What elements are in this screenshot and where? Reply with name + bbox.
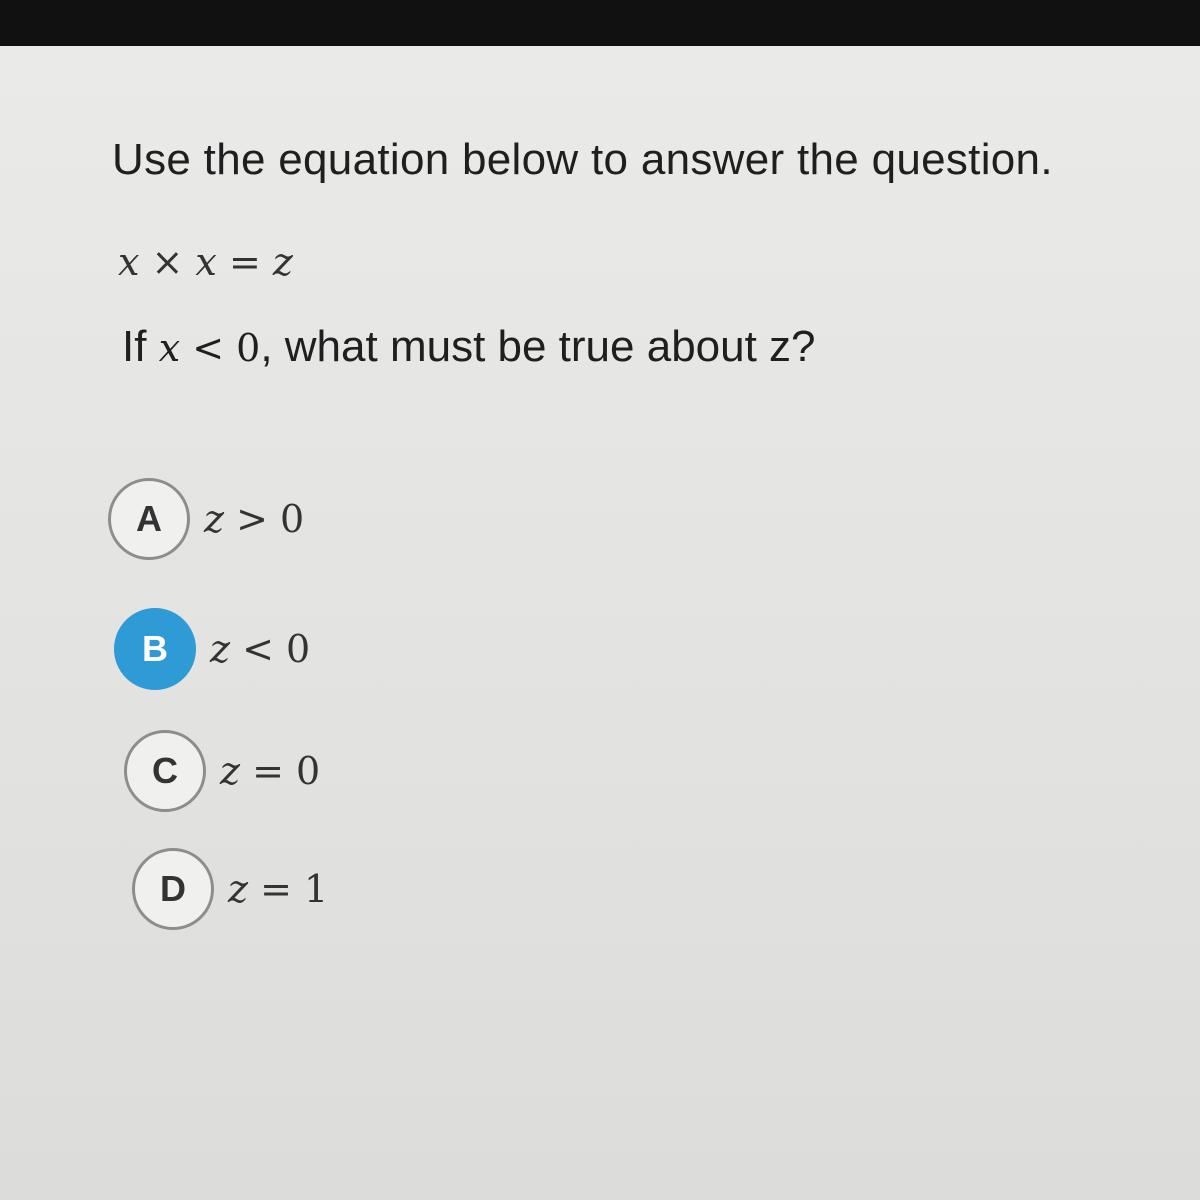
condition-var: x	[158, 326, 181, 370]
choice-var-c: z	[220, 749, 241, 793]
choice-a[interactable]: A z > 0	[108, 478, 304, 560]
choice-value-d: z = 1	[228, 867, 328, 911]
question-prompt: Use the equation below to answer the que…	[112, 135, 1053, 184]
choice-value-b: z < 0	[210, 627, 310, 671]
choice-value-a: z > 0	[204, 497, 304, 541]
choice-var-d: z	[228, 867, 249, 911]
equation: x × x = z	[118, 240, 293, 284]
choice-d[interactable]: D z = 1	[132, 848, 328, 930]
choice-letter-c[interactable]: C	[124, 730, 206, 812]
choice-rest-d: = 1	[260, 867, 329, 911]
condition-math: x < 0	[159, 326, 261, 370]
choice-rest-a: > 0	[236, 497, 305, 541]
choice-value-c: z = 0	[220, 749, 320, 793]
condition-rest: < 0	[192, 326, 261, 370]
choice-letter-a[interactable]: A	[108, 478, 190, 560]
choice-rest-c: = 0	[252, 749, 321, 793]
screen-bezel	[0, 0, 1200, 46]
condition-prefix: If	[122, 322, 147, 371]
question-text: If x < 0, what must be true about z?	[122, 322, 816, 372]
choice-rest-b: < 0	[242, 627, 311, 671]
choice-b[interactable]: B z < 0	[114, 608, 310, 690]
choice-letter-d[interactable]: D	[132, 848, 214, 930]
condition-suffix: , what must be true about z?	[260, 322, 816, 371]
choice-var-a: z	[204, 497, 225, 541]
choice-c[interactable]: C z = 0	[124, 730, 320, 812]
choice-letter-b[interactable]: B	[114, 608, 196, 690]
choice-var-b: z	[210, 627, 231, 671]
